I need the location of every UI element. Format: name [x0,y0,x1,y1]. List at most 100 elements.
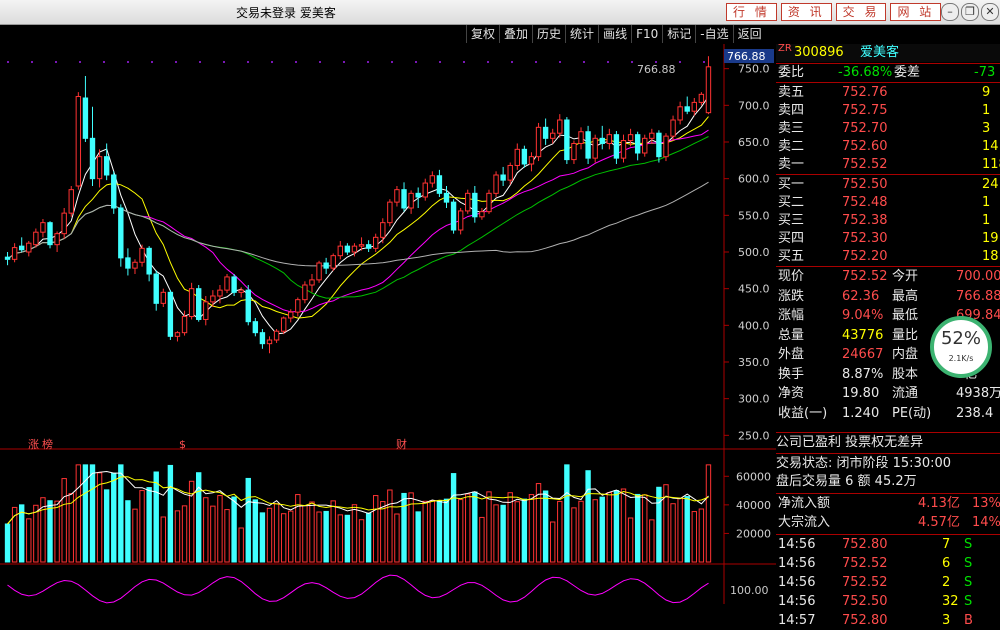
restore-icon[interactable]: ❐ [961,3,979,21]
candle-body [373,236,379,249]
ask-volume: 14 [982,139,999,154]
candle-body [125,257,131,269]
bid-price: 752.20 [842,249,888,264]
candle-body [507,164,513,181]
volume-bar [47,500,53,563]
candle-body [571,142,577,161]
ask-row: 卖三 752.70 3 [776,120,1000,138]
stats-button[interactable]: 统计 [565,25,598,43]
nav-site-button[interactable]: 网 站 [890,3,942,21]
volume-bar [705,464,712,563]
title-bar: 交易未登录 爱美客 行 情 资 讯 交 易 网 站 – ❐ ✕ [0,0,1000,25]
tick-volume: 6 [942,556,951,571]
tick-price: 752.80 [842,537,888,552]
event-marker-4[interactable]: 财 [396,437,407,451]
volume-bar [75,464,82,563]
volume-bar [217,495,223,563]
volume-bar [649,519,655,563]
f10-button[interactable]: F10 [631,25,662,43]
weicha-label: 委差 [894,65,921,80]
ask-volume: 118 [982,157,1000,172]
candle-body [40,222,46,233]
nav-trade-button[interactable]: 交 易 [835,3,887,21]
candle-body [564,119,570,161]
volume-tick-label: 40000 [736,499,771,512]
volume-bar [26,518,32,563]
stock-header: ZR 300896 爱美客 [776,43,1000,62]
volume-bar [344,514,351,563]
tick-price: 752.80 [842,613,888,628]
event-dot [79,61,81,63]
adjust-button[interactable]: 复权 [466,25,499,43]
bid-label: 买二 [778,195,805,210]
event-dot [679,61,681,63]
event-marker-2[interactable]: 榜 [42,437,53,451]
overlay-button[interactable]: 叠加 [499,25,532,43]
volume-bar [684,496,690,563]
stock-code: 300896 [794,45,844,60]
close-icon[interactable]: ✕ [981,3,999,21]
volume-bar [394,513,400,563]
candle-body [500,174,506,181]
flow-label: 净流入额 [778,496,831,511]
nav-news-button[interactable]: 资 讯 [780,3,832,21]
back-button[interactable]: 返回 [732,25,766,43]
bid-row: 买二 752.48 1 [776,194,1000,212]
stat-label-2: 量比 [892,327,919,343]
volume-bar [620,488,627,563]
candle-body [217,289,223,297]
bid-volume: 24 [982,177,999,192]
stat-value: 1.240 [842,405,880,421]
event-marker-1[interactable]: 涨 [28,438,39,451]
remove-watchlist-button[interactable]: -自选 [695,25,732,43]
event-marker-3[interactable]: $ [179,438,186,451]
candle-body [323,262,329,269]
stat-label: 总量 [778,327,805,343]
price-tick-label: 500.0 [738,246,770,259]
ask-label: 卖五 [778,85,805,100]
candle-body [457,210,464,231]
stat-value: 43776 [842,327,884,343]
candle-body [181,316,188,334]
history-button[interactable]: 历史 [532,25,565,43]
flow-row: 净流入额 4.13亿 13% [776,495,1000,513]
tick-side: S [964,575,973,590]
candle-body [670,119,676,137]
candle-body [61,212,67,235]
network-speed-gauge[interactable]: 52% 2.1K/s [930,316,992,378]
stat-label: 涨跌 [778,288,805,304]
event-dot [415,61,417,63]
volume-bar [691,511,697,563]
candle-body [436,175,443,194]
candle-body [89,137,96,180]
nav-buttons: 行 情 资 讯 交 易 网 站 [726,3,942,21]
candle-body [408,192,414,209]
minimize-icon[interactable]: – [941,3,959,21]
tick-row: 14:56 752.50 32 S [776,593,1000,611]
price-tick-label: 650.0 [738,136,770,149]
stat-value: 9.04% [842,308,884,323]
candle-body [19,245,25,251]
candle-body [330,255,336,269]
price-tick-label: 450.0 [738,283,770,296]
volume-bar [266,507,273,563]
price-tick-label: 600.0 [738,173,770,186]
bid-price: 752.30 [842,231,888,246]
kline-chart[interactable]: 60000 40000 20000 750.0 700.0 650.0 600.0 550.… [0,44,776,604]
mark-button[interactable]: 标记 [662,25,695,43]
volume-bar [450,473,457,563]
volume-bar [514,501,520,563]
volume-bar [606,492,613,563]
tick-side: S [964,556,973,571]
tick-time: 14:56 [778,575,816,590]
nav-quotes-button[interactable]: 行 情 [726,3,777,21]
candle-body [521,148,528,165]
volume-bar [457,499,464,563]
event-dot [367,61,369,63]
event-dot [439,61,441,63]
stat-value-2: 238.4 [956,405,994,421]
draw-button[interactable]: 画线 [598,25,631,43]
event-dot [391,61,393,63]
stat-label-2: 股本 [892,366,919,382]
candle-body [486,192,492,213]
